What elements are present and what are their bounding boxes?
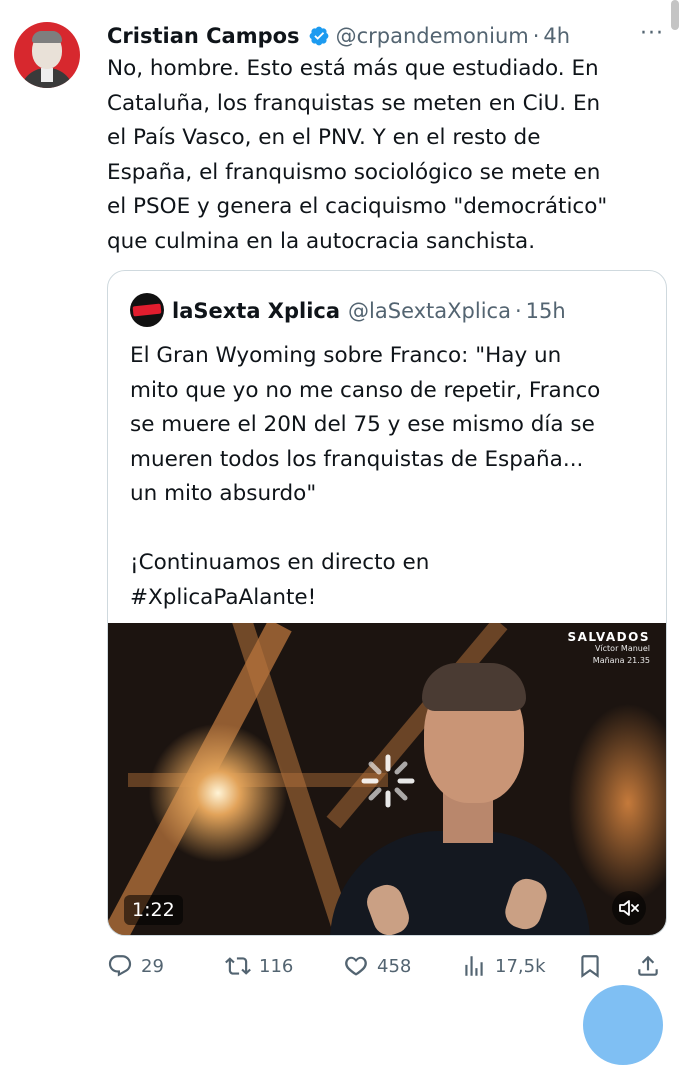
heart-icon (345, 956, 367, 976)
retweet-icon (225, 957, 251, 975)
author-avatar[interactable] (14, 22, 80, 88)
retweet-count: 116 (259, 955, 294, 977)
scrollbar[interactable] (671, 0, 679, 30)
speaker-muted-icon (619, 900, 639, 916)
stage-lamp (568, 703, 666, 903)
tweet-text: No, hombre. Esto está más que estudiado.… (107, 56, 608, 254)
stage-lamp (148, 723, 288, 863)
tweet-header: Cristian Campos @crpandemonium · 4h (107, 20, 570, 52)
reply-count: 29 (141, 955, 164, 977)
bookmark-button[interactable] (577, 946, 611, 986)
retweet-button[interactable]: 116 (225, 946, 293, 986)
reply-icon (108, 955, 132, 977)
compose-button[interactable] (583, 985, 663, 1065)
quoted-tweet-timestamp[interactable]: 15h (526, 299, 566, 323)
share-button[interactable] (635, 946, 669, 986)
author-name[interactable]: Cristian Campos (107, 24, 300, 48)
video-overlay-label: SALVADOS Víctor Manuel Mañana 21.35 (568, 631, 651, 667)
overlay-line1: Víctor Manuel (594, 644, 650, 653)
overlay-line2: Mañana 21.35 (592, 656, 650, 665)
tweet-timestamp[interactable]: 4h (543, 24, 570, 48)
quoted-header-separator: · (514, 299, 522, 323)
verified-badge-icon (309, 26, 328, 46)
like-button[interactable]: 458 (343, 946, 411, 986)
header-separator: · (532, 24, 540, 48)
analytics-icon (465, 956, 483, 976)
quoted-tweet-card[interactable]: laSexta Xplica @laSextaXplica · 15h El G… (107, 270, 667, 936)
share-icon (638, 955, 658, 976)
bookmark-icon (581, 955, 599, 978)
views-count: 17,5k (495, 955, 546, 977)
person-shirt (330, 831, 590, 935)
quoted-author-name[interactable]: laSexta Xplica (172, 299, 340, 323)
like-count: 458 (377, 955, 412, 977)
avatar-hair (32, 31, 62, 43)
video-duration: 1:22 (124, 895, 183, 925)
avatar-logo-strip (132, 303, 162, 317)
quoted-author-handle[interactable]: @laSextaXplica (348, 299, 511, 323)
more-options-icon[interactable]: ··· (640, 22, 668, 46)
person-hair (422, 663, 526, 711)
tweet-action-bar: 29 116 458 17,5k (107, 946, 667, 986)
quoted-tweet-text: El Gran Wyoming sobre Franco: "Hay un mi… (130, 343, 601, 610)
quoted-tweet-header: laSexta Xplica @laSextaXplica · 15h (172, 295, 566, 327)
avatar-collar (41, 68, 53, 82)
author-handle[interactable]: @crpandemonium (336, 24, 529, 48)
mute-button[interactable] (612, 891, 646, 925)
views-button[interactable]: 17,5k (461, 946, 546, 986)
loading-spinner-icon (361, 754, 415, 808)
video-player[interactable]: SALVADOS Víctor Manuel Mañana 21.35 1:22 (108, 623, 666, 935)
quoted-author-avatar[interactable] (130, 293, 164, 327)
reply-button[interactable]: 29 (107, 946, 164, 986)
overlay-title: SALVADOS (567, 630, 650, 644)
